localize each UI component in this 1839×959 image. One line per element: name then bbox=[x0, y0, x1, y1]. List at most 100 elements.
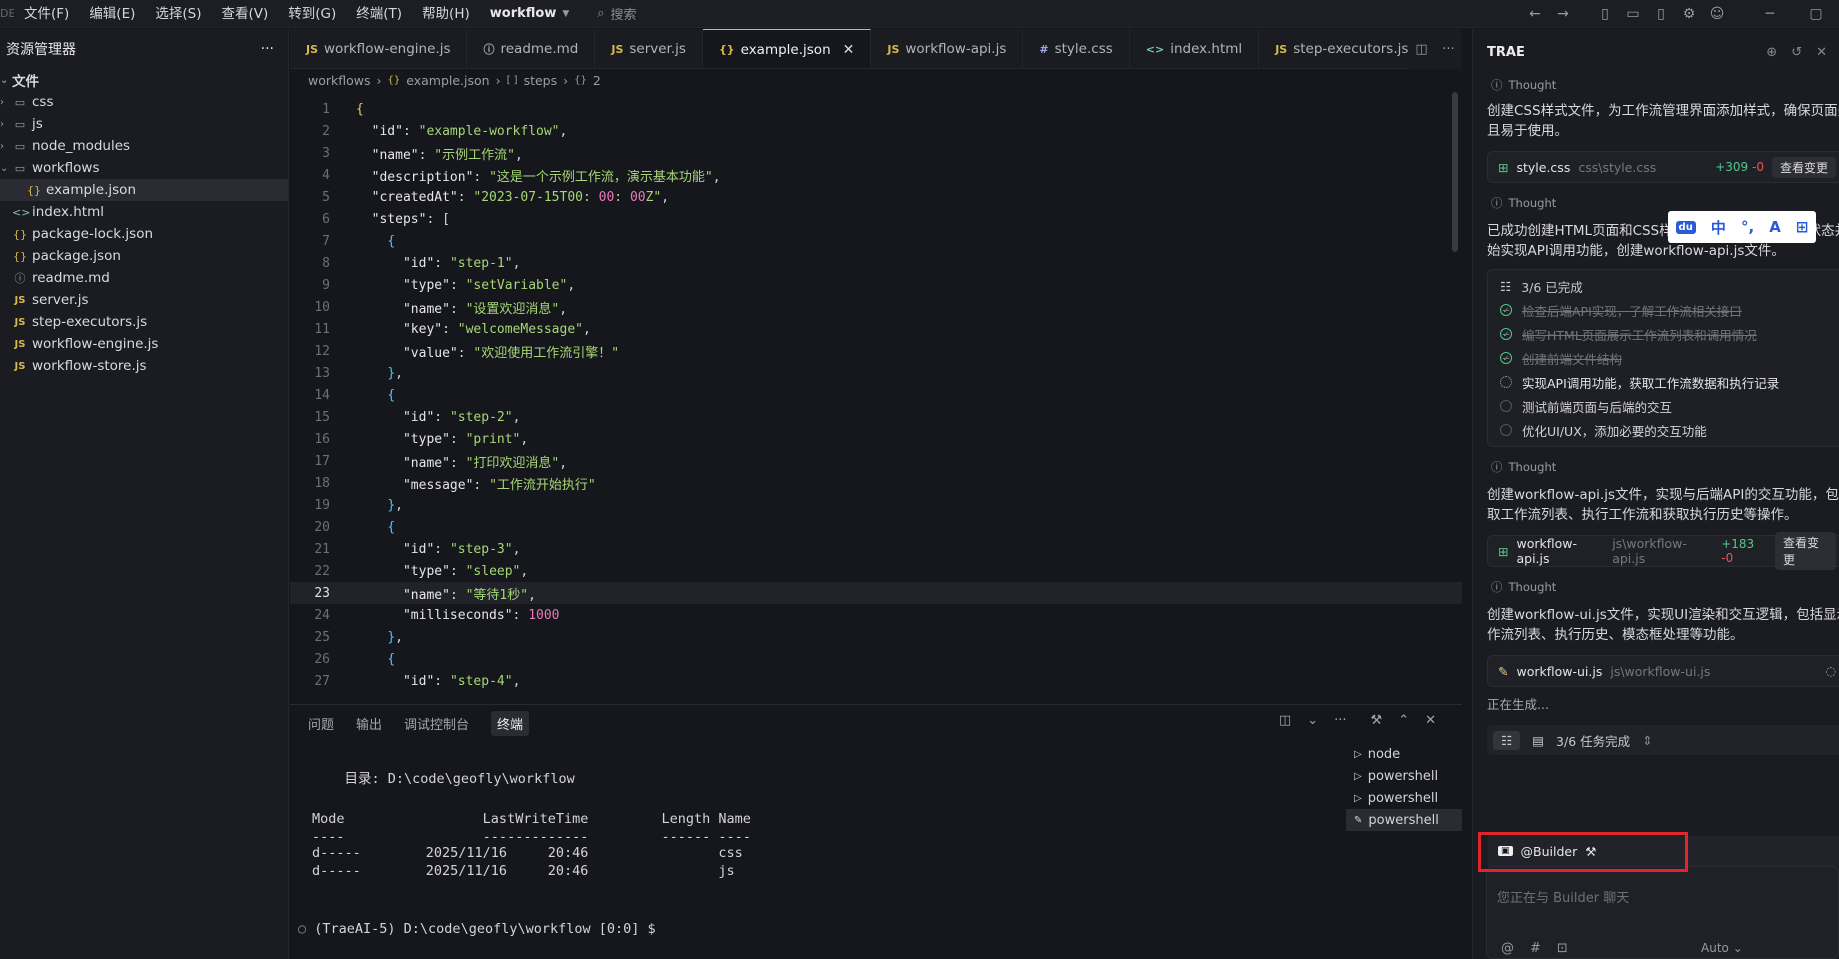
tab-style-css[interactable]: # style.css bbox=[1023, 29, 1130, 68]
menu-file[interactable]: 文件(F) bbox=[14, 0, 79, 28]
document-icon[interactable]: ▤ bbox=[1532, 733, 1544, 748]
split-editor-icon[interactable]: ◫ bbox=[1415, 42, 1427, 57]
image-icon[interactable]: ⊡ bbox=[1557, 941, 1568, 956]
breadcrumb-item[interactable]: workflows bbox=[308, 73, 371, 88]
ime-skin-icon[interactable]: A bbox=[1769, 218, 1781, 236]
ime-menu-icon[interactable]: ⊞ bbox=[1796, 218, 1809, 236]
thought-label[interactable]: ⓘ Thought bbox=[1473, 577, 1839, 597]
tree-item-package-lock[interactable]: {} package-lock.json bbox=[0, 223, 288, 245]
code-line[interactable]: 7 { bbox=[290, 230, 1462, 252]
code-line[interactable]: 20 { bbox=[290, 516, 1462, 538]
code-line[interactable]: 5 "createdAt": "2023-07-15T00: 00: 00Z", bbox=[290, 186, 1462, 208]
terminal-item-powershell-1[interactable]: ▷ powershell bbox=[1346, 765, 1462, 787]
code-line[interactable]: 17 "name": "打印欢迎消息", bbox=[290, 450, 1462, 472]
tab-readme[interactable]: ⓘ readme.md bbox=[467, 29, 596, 68]
view-changes-button[interactable]: 查看变更 bbox=[1774, 532, 1836, 570]
thought-label[interactable]: ⓘ Thought bbox=[1473, 193, 1839, 213]
close-icon[interactable]: ✕ bbox=[1816, 45, 1827, 60]
code-line[interactable]: 10 "name": "设置欢迎消息", bbox=[290, 296, 1462, 318]
code-line[interactable]: 11 "key": "welcomeMessage", bbox=[290, 318, 1462, 340]
menu-terminal[interactable]: 终端(T) bbox=[346, 0, 412, 28]
chat-input-area[interactable]: 您正在与 Builder 聊天 @ # ⊡ Auto ⌄ bbox=[1486, 866, 1839, 959]
maximize-panel-icon[interactable]: ⌃ bbox=[1398, 713, 1409, 728]
toggle-aux-icon[interactable]: ▯ bbox=[1647, 6, 1675, 22]
tab-workflow-api[interactable]: JS workflow-api.js bbox=[871, 29, 1024, 68]
new-chat-icon[interactable]: ⊕ bbox=[1766, 45, 1777, 60]
ime-punctuation-toggle[interactable]: °, bbox=[1741, 218, 1754, 236]
settings-gear-icon[interactable]: ⚙ bbox=[1675, 6, 1703, 22]
at-mention-icon[interactable]: @ bbox=[1501, 941, 1514, 956]
code-line[interactable]: 9 "type": "setVariable", bbox=[290, 274, 1462, 296]
ime-logo-icon[interactable]: du bbox=[1675, 220, 1696, 234]
tree-item-example-json[interactable]: {} example.json bbox=[0, 179, 288, 201]
menu-help[interactable]: 帮助(H) bbox=[412, 0, 480, 28]
code-line[interactable]: 8 "id": "step-1", bbox=[290, 252, 1462, 274]
tree-item-css[interactable]: › ▭ css bbox=[0, 91, 288, 113]
tab-workflow-engine[interactable]: JS workflow-engine.js bbox=[290, 29, 468, 68]
tab-terminal[interactable]: 终端 bbox=[491, 710, 530, 736]
breadcrumb-item[interactable]: example.json bbox=[406, 73, 489, 88]
view-changes-button[interactable]: 查看变更 bbox=[1771, 156, 1836, 178]
terminal-item-powershell-3[interactable]: ✎ powershell bbox=[1346, 809, 1462, 831]
code-line[interactable]: 3 "name": "示例工作流", bbox=[290, 142, 1462, 164]
code-line[interactable]: 15 "id": "step-2", bbox=[290, 406, 1462, 428]
list-icon[interactable]: ☷ bbox=[1493, 730, 1521, 750]
account-icon[interactable]: ☺ bbox=[1703, 6, 1731, 22]
code-line[interactable]: 24 "milliseconds": 1000 bbox=[290, 604, 1462, 626]
file-change-card[interactable]: ✎ workflow-ui.js js\workflow-ui.js ◌ bbox=[1487, 655, 1839, 687]
menu-goto[interactable]: 转到(G) bbox=[278, 0, 346, 28]
code-line[interactable]: 6 "steps": [ bbox=[290, 208, 1462, 230]
code-line[interactable]: 1{ bbox=[290, 98, 1462, 120]
code-line[interactable]: 26 { bbox=[290, 648, 1462, 670]
breadcrumb-item[interactable]: steps bbox=[524, 73, 558, 88]
search-box[interactable]: ⌕ 搜索 bbox=[597, 4, 636, 23]
code-line[interactable]: 18 "message": "工作流开始执行" bbox=[290, 472, 1462, 494]
thought-label[interactable]: ⓘ Thought bbox=[1473, 75, 1839, 95]
tree-item-package-json[interactable]: {} package.json bbox=[0, 245, 288, 267]
tab-debug-console[interactable]: 调试控制台 bbox=[404, 714, 469, 733]
code-line[interactable]: 4 "description": "这是一个示例工作流，演示基本功能", bbox=[290, 164, 1462, 186]
code-line[interactable]: 23 "name": "等待1秒", bbox=[290, 582, 1462, 604]
code-line[interactable]: 13 }, bbox=[290, 362, 1462, 384]
tree-item-js[interactable]: › ▭ js bbox=[0, 113, 288, 135]
file-change-card[interactable]: ⊞ style.css css\style.css +309 -0 查看变更 bbox=[1487, 151, 1839, 183]
tab-example-json[interactable]: {} example.json ✕ bbox=[702, 29, 872, 68]
ime-language-toggle[interactable]: 中 bbox=[1711, 217, 1726, 238]
explorer-root[interactable]: ⌄ 文件 bbox=[0, 69, 288, 91]
panel-settings-icon[interactable]: ⚒ bbox=[1371, 713, 1383, 728]
code-line[interactable]: 14 { bbox=[290, 384, 1462, 406]
close-panel-icon[interactable]: ✕ bbox=[1425, 713, 1436, 728]
tree-item-workflows[interactable]: ⌄ ▭ workflows bbox=[0, 157, 288, 179]
maximize-icon[interactable]: ▢ bbox=[1793, 6, 1839, 22]
code-line[interactable]: 21 "id": "step-3", bbox=[290, 538, 1462, 560]
code-line[interactable]: 25 }, bbox=[290, 626, 1462, 648]
code-line[interactable]: 12 "value": "欢迎使用工作流引擎！" bbox=[290, 340, 1462, 362]
code-line[interactable]: 2 "id": "example-workflow", bbox=[290, 120, 1462, 142]
breadcrumb-item[interactable]: 2 bbox=[593, 73, 601, 88]
tree-item-index-html[interactable]: <> index.html bbox=[0, 201, 288, 223]
file-change-card[interactable]: ⊞ workflow-api.js js\workflow-api.js +18… bbox=[1487, 532, 1839, 570]
forward-arrow-icon[interactable]: → bbox=[1549, 6, 1577, 22]
back-arrow-icon[interactable]: ← bbox=[1521, 6, 1549, 22]
tab-server[interactable]: JS server.js bbox=[595, 29, 703, 68]
toggle-panel-icon[interactable]: ▭ bbox=[1619, 6, 1647, 22]
chevron-updown-icon[interactable]: ⇕ bbox=[1642, 733, 1652, 748]
mode-select[interactable]: Auto ⌄ bbox=[1701, 941, 1743, 955]
more-actions-icon[interactable]: ··· bbox=[261, 41, 274, 57]
tree-item-workflow-store[interactable]: JS workflow-store.js bbox=[0, 355, 288, 377]
code-line[interactable]: 19 }, bbox=[290, 494, 1462, 516]
menu-view[interactable]: 查看(V) bbox=[212, 0, 279, 28]
tree-item-workflow-engine[interactable]: JS workflow-engine.js bbox=[0, 333, 288, 355]
tab-problems[interactable]: 问题 bbox=[308, 714, 334, 733]
tab-output[interactable]: 输出 bbox=[356, 714, 382, 733]
split-terminal-icon[interactable]: ◫ bbox=[1279, 713, 1291, 728]
more-actions-icon[interactable]: ··· bbox=[1334, 713, 1346, 728]
close-icon[interactable]: ✕ bbox=[843, 42, 855, 58]
chevron-down-icon[interactable]: ⌄ bbox=[1307, 713, 1318, 728]
thought-label[interactable]: ⓘ Thought bbox=[1473, 457, 1839, 477]
task-progress-summary[interactable]: 3/6 任务完成 bbox=[1556, 731, 1630, 750]
tree-item-server-js[interactable]: JS server.js bbox=[0, 289, 288, 311]
tree-item-readme[interactable]: ⓘ readme.md bbox=[0, 267, 288, 289]
more-actions-icon[interactable]: ··· bbox=[1442, 42, 1454, 57]
task-list-header[interactable]: ☷ 3/6 已完成 bbox=[1488, 274, 1839, 298]
